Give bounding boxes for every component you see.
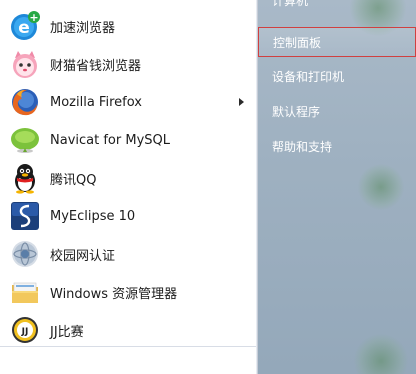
program-label: 腾讯QQ — [50, 172, 97, 188]
program-item-accelerated-browser[interactable]: e + 加速浏览器 — [4, 8, 254, 44]
program-item-campus-network[interactable]: 校园网认证 — [4, 236, 254, 272]
accelerated-browser-icon: e + — [8, 9, 42, 43]
link-label: 帮助和支持 — [272, 139, 333, 154]
program-item-firefox[interactable]: Mozilla Firefox — [4, 84, 254, 120]
caimao-browser-icon — [8, 47, 42, 81]
campus-network-icon — [8, 237, 42, 271]
program-item-caimao-browser[interactable]: 财猫省钱浏览器 — [4, 46, 254, 82]
svg-text:e: e — [18, 18, 30, 38]
program-item-jj-game[interactable]: JJ JJ比赛 — [4, 312, 254, 348]
svg-text:+: + — [29, 11, 38, 24]
start-menu-links-pane: 计算机 控制面板 设备和打印机 默认程序 帮助和支持 — [258, 0, 416, 374]
start-menu-programs-pane: e + 加速浏览器 财猫省钱浏览器 Mozilla Firefox Navica… — [0, 0, 258, 374]
aero-glow — [358, 164, 404, 210]
programs-divider — [0, 346, 257, 347]
link-label: 设备和打印机 — [272, 69, 345, 84]
link-devices-printers[interactable]: 设备和打印机 — [258, 61, 416, 91]
link-computer[interactable]: 计算机 — [272, 0, 308, 8]
submenu-arrow-icon[interactable] — [239, 98, 244, 106]
myeclipse-icon — [8, 199, 42, 233]
link-default-programs[interactable]: 默认程序 — [258, 96, 416, 126]
program-label: MyEclipse 10 — [50, 208, 136, 224]
windows-explorer-icon — [8, 275, 42, 309]
program-label: Windows 资源管理器 — [50, 286, 178, 302]
link-help-support[interactable]: 帮助和支持 — [258, 131, 416, 161]
navicat-icon — [8, 123, 42, 157]
program-label: Navicat for MySQL — [50, 132, 170, 148]
program-item-navicat[interactable]: Navicat for MySQL — [4, 122, 254, 158]
program-label: 财猫省钱浏览器 — [50, 58, 142, 74]
program-label: JJ比赛 — [50, 324, 84, 340]
program-item-windows-explorer[interactable]: Windows 资源管理器 — [4, 274, 254, 310]
program-item-qq[interactable]: 腾讯QQ — [4, 160, 254, 196]
qq-penguin-icon — [8, 161, 42, 195]
link-control-panel[interactable]: 控制面板 — [258, 27, 416, 57]
program-label: 加速浏览器 — [50, 20, 116, 36]
firefox-icon — [8, 85, 42, 119]
program-label: 校园网认证 — [50, 248, 116, 264]
svg-text:JJ: JJ — [21, 327, 29, 337]
jj-game-icon: JJ — [8, 313, 42, 347]
link-label: 默认程序 — [272, 104, 321, 119]
link-label: 控制面板 — [273, 35, 322, 50]
program-label: Mozilla Firefox — [50, 94, 142, 110]
aero-glow — [354, 334, 408, 374]
program-item-myeclipse[interactable]: MyEclipse 10 — [4, 198, 254, 234]
